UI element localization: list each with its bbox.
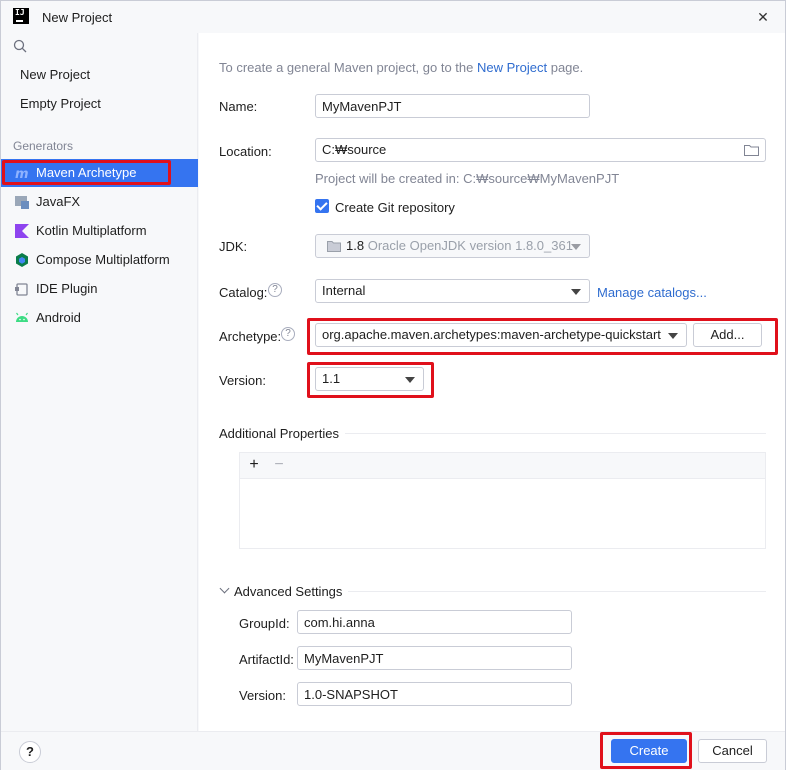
sidebar-item-maven-archetype[interactable]: m Maven Archetype (1, 159, 198, 187)
chevron-down-icon (571, 244, 581, 250)
sidebar-item-javafx[interactable]: JavaFX (1, 188, 198, 216)
groupid-field[interactable] (297, 610, 572, 634)
chevron-down-icon (219, 583, 230, 594)
manage-catalogs-link[interactable]: Manage catalogs... (597, 285, 707, 300)
chevron-down-icon (405, 377, 415, 383)
folder-icon (327, 241, 341, 252)
sidebar-item-label: IDE Plugin (36, 281, 98, 296)
folder-icon[interactable] (744, 144, 759, 156)
catalog-help-icon[interactable]: ? (268, 283, 282, 297)
new-project-link[interactable]: New Project (477, 60, 547, 75)
add-archetype-button[interactable]: Add... (693, 323, 762, 347)
version-select[interactable]: 1.1 (315, 367, 424, 391)
title-bar: IJ New Project ✕ (1, 1, 785, 33)
jdk-label: JDK: (219, 239, 248, 254)
git-checkbox[interactable] (315, 199, 329, 213)
compose-icon (16, 253, 28, 267)
sidebar-item-new-project[interactable]: New Project (1, 61, 198, 89)
advanced-settings-title: Advanced Settings (234, 584, 343, 599)
sidebar-item-label: Compose Multiplatform (36, 252, 170, 267)
catalog-select[interactable]: Internal (315, 279, 590, 303)
sidebar: New Project Empty Project Generators m M… (1, 33, 198, 731)
svg-text:m: m (15, 167, 29, 180)
hint-prefix: To create a general Maven project, go to… (219, 60, 474, 75)
jdk-version: 1.8 (346, 238, 365, 253)
android-icon (16, 312, 28, 322)
artifactid-label: ArtifactId: (239, 652, 294, 667)
jdk-detail: Oracle OpenJDK version 1.8.0_361 (367, 238, 573, 253)
groupid-label: GroupId: (239, 616, 290, 631)
window-title: New Project (42, 10, 113, 25)
hint-suffix: page. (550, 60, 584, 75)
sidebar-item-label: Maven Archetype (36, 165, 137, 180)
name-label: Name: (219, 99, 258, 114)
sidebar-item-android[interactable]: Android (1, 304, 198, 332)
intellij-icon: IJ (13, 8, 29, 24)
new-project-dialog: IJ New Project ✕ New Project Empty Proje… (0, 0, 786, 770)
chevron-down-icon (571, 289, 581, 295)
sidebar-item-compose-multiplatform[interactable]: Compose Multiplatform (1, 246, 198, 274)
help-button[interactable]: ? (19, 741, 41, 763)
archetype-help-icon[interactable]: ? (281, 327, 295, 341)
archetype-label: Archetype: (219, 329, 282, 344)
cancel-button[interactable]: Cancel (698, 739, 767, 763)
version-value: 1.1 (322, 371, 341, 386)
archetype-value: org.apache.maven.archetypes:maven-archet… (322, 327, 661, 342)
sidebar-item-label: Kotlin Multiplatform (36, 223, 147, 238)
advanced-settings-toggle[interactable]: Advanced Settings (219, 583, 349, 599)
artifactid-field[interactable] (297, 646, 572, 670)
catalog-value: Internal (322, 283, 366, 298)
dialog-footer: ? Create Cancel (1, 731, 785, 770)
close-button[interactable]: ✕ (753, 7, 773, 27)
location-field[interactable]: C:₩source (315, 138, 766, 162)
javafx-icon (15, 196, 29, 209)
name-field[interactable] (315, 94, 590, 118)
location-label: Location: (219, 144, 272, 159)
search-icon[interactable] (13, 39, 27, 53)
location-note: Project will be created in: C:₩source₩My… (315, 171, 620, 186)
properties-toolbar: + − (240, 453, 765, 479)
sidebar-item-empty-project[interactable]: Empty Project (1, 90, 198, 118)
advanced-version-label: Version: (239, 688, 286, 703)
remove-property-button[interactable]: − (270, 456, 288, 474)
add-property-button[interactable]: + (245, 456, 263, 474)
catalog-label: Catalog: (219, 285, 268, 300)
sidebar-item-label: Android (36, 310, 81, 325)
maven-icon: m (15, 167, 29, 180)
version-label: Version: (219, 373, 266, 388)
additional-properties-title: Additional Properties (219, 426, 345, 441)
chevron-down-icon (668, 333, 678, 339)
generators-heading: Generators (13, 139, 74, 153)
properties-table: + − (239, 452, 766, 549)
create-button[interactable]: Create (611, 739, 687, 763)
location-value: C:₩source (322, 142, 387, 157)
jdk-select[interactable]: 1.8 Oracle OpenJDK version 1.8.0_361 (315, 234, 590, 258)
sidebar-item-kotlin-multiplatform[interactable]: Kotlin Multiplatform (1, 217, 198, 245)
maven-hint: To create a general Maven project, go to… (219, 60, 583, 75)
sidebar-item-ide-plugin[interactable]: IDE Plugin (1, 275, 198, 303)
plugin-icon (15, 283, 28, 296)
main-panel: To create a general Maven project, go to… (199, 33, 785, 731)
kotlin-icon (15, 224, 29, 238)
advanced-version-field[interactable] (297, 682, 572, 706)
sidebar-item-label: JavaFX (36, 194, 81, 209)
archetype-select[interactable]: org.apache.maven.archetypes:maven-archet… (315, 323, 687, 347)
git-label[interactable]: Create Git repository (335, 200, 455, 215)
